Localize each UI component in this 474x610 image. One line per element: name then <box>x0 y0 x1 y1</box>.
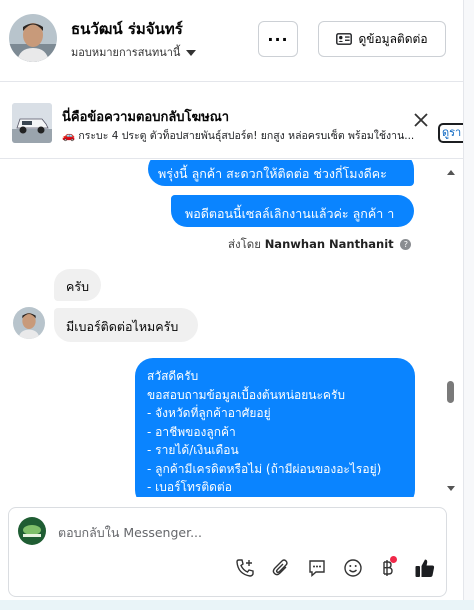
page-avatar <box>18 517 46 545</box>
customer-name: ธนวัฒน์ ร่มจันทร์ <box>71 20 183 38</box>
customer-avatar-small[interactable] <box>13 307 45 339</box>
close-icon[interactable] <box>414 113 428 131</box>
bottom-edge-panel <box>0 600 474 610</box>
thread-scrollbar[interactable] <box>445 160 458 497</box>
view-contact-button[interactable]: ดูข้อมูลติดต่อ <box>318 21 446 57</box>
outgoing-message[interactable]: พอดีตอนนี้เซลล์เลิกงานแล้วค่ะ ลูกค้า า <box>171 195 414 227</box>
phone-plus-icon[interactable] <box>233 556 257 580</box>
reply-input[interactable]: ตอบกลับใน Messenger... <box>58 523 202 543</box>
outgoing-message[interactable]: พรุ่งนี้ ลูกค้า สะดวกให้ติดต่อ ช่วงกี่โม… <box>148 160 414 186</box>
thumbs-up-icon[interactable] <box>413 556 437 580</box>
message-thread[interactable]: พรุ่งนี้ ลูกค้า สะดวกให้ติดต่อ ช่วงกี่โม… <box>0 160 474 497</box>
sender-name: Nanwhan Nanthanit <box>264 237 394 251</box>
info-icon[interactable]: ? <box>400 239 412 250</box>
incoming-message[interactable]: ครับ <box>54 269 101 301</box>
message-line: - เบอร์โทรติดต่อ <box>147 480 232 494</box>
ad-reply-banner: นี่คือข้อความตอบกลับโฆษณา 🚗 กระบะ 4 ประต… <box>0 83 474 159</box>
incoming-message[interactable]: มีเบอร์ติดต่อไหมครับ <box>54 308 198 342</box>
more-icon: ··· <box>267 29 289 49</box>
right-edge-panel <box>463 0 474 610</box>
more-options-button[interactable]: ··· <box>258 21 298 57</box>
contact-card-icon <box>336 33 353 45</box>
scroll-down-arrow-icon[interactable] <box>447 486 455 491</box>
assign-conversation-dropdown[interactable]: มอบหมายการสนทนานี้ <box>71 43 197 61</box>
message-line: - ลูกค้ามีเครดิตหรือไม่ (ถ้ามีผ่อนของอะไ… <box>147 461 382 476</box>
sent-by-prefix: ส่งโดย <box>228 237 262 251</box>
baht-icon[interactable] <box>375 556 399 580</box>
ad-thumbnail[interactable] <box>12 103 52 143</box>
message-line: - อาชีพของลูกค้า <box>147 424 236 439</box>
message-line: สวัสดีครับ <box>147 369 199 383</box>
message-line: - จังหวัดที่ลูกค้าอาศัยอยู่ <box>147 406 271 420</box>
reply-composer: ตอบกลับใน Messenger... <box>8 507 447 597</box>
caret-down-icon <box>186 50 197 56</box>
chat-bubble-icon[interactable] <box>305 556 329 580</box>
notification-dot <box>390 556 397 563</box>
scroll-up-arrow-icon[interactable] <box>447 170 455 175</box>
outgoing-message-questions[interactable]: สวัสดีครับ ขอสอบถามข้อมูลเบื้องต้นหน่อยน… <box>135 358 415 497</box>
message-line: - รายได้/เงินเดือน <box>147 443 239 457</box>
emoji-icon[interactable] <box>341 556 365 580</box>
view-contact-label: ดูข้อมูลติดต่อ <box>358 31 428 46</box>
sent-by-label: ส่งโดย Nanwhan Nanthanit ? <box>228 236 412 254</box>
customer-avatar[interactable] <box>9 14 57 62</box>
ad-reply-text: 🚗 กระบะ 4 ประตู ตัวท็อปสายพันธุ์สปอร์ต! … <box>62 130 415 142</box>
scrollbar-thumb[interactable] <box>447 381 454 403</box>
assign-label: มอบหมายการสนทนานี้ <box>71 46 181 59</box>
conversation-header: ธนวัฒน์ ร่มจันทร์ มอบหมายการสนทนานี้ ···… <box>0 0 474 82</box>
message-line: ขอสอบถามข้อมูลเบื้องต้นหน่อยนะครับ <box>147 387 346 402</box>
paperclip-icon[interactable] <box>269 556 293 580</box>
ad-reply-title: นี่คือข้อความตอบกลับโฆษณา <box>62 110 230 125</box>
